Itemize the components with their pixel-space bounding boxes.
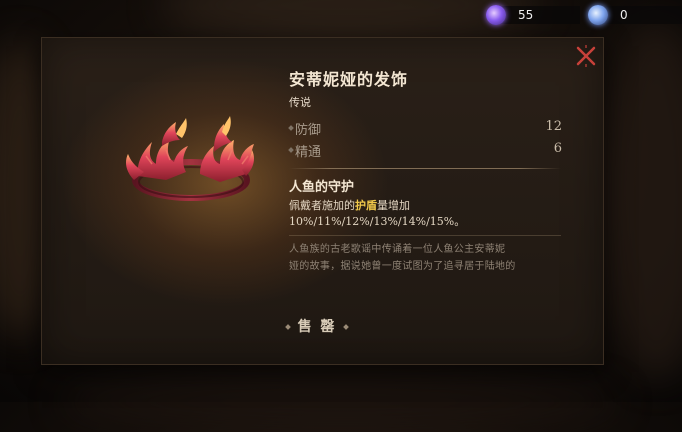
skill-desc-text: 量增加	[377, 199, 410, 212]
stat-row-defense: 防御 12	[288, 119, 563, 138]
sell-button[interactable]: 售 罄	[282, 316, 352, 340]
currency-orb-value: 0	[602, 6, 682, 24]
blue-orb-icon	[588, 5, 608, 25]
item-lore: 人鱼族的古老歌谣中传诵着一位人鱼公主安蒂妮 娅的故事，据说她曾一度试图为了追寻居…	[289, 241, 563, 275]
close-icon[interactable]	[574, 44, 598, 68]
ornament-icon	[343, 324, 349, 330]
item-rarity: 传说	[289, 96, 311, 109]
bullet-icon	[288, 147, 294, 153]
ornament-icon	[285, 324, 291, 330]
lore-line: 娅的故事，据说她曾一度试图为了追寻居于陆地的	[289, 261, 516, 272]
stat-row-mastery: 精通 6	[288, 141, 563, 160]
item-name: 安蒂妮娅的发饰	[289, 70, 409, 89]
coral-hair-ornament-image	[126, 116, 254, 201]
currency-crystal-value: 55	[500, 6, 580, 24]
stat-value: 6	[553, 141, 562, 156]
skill-desc-text: 佩戴者施加的	[289, 199, 355, 212]
sell-button-label: 售 罄	[297, 319, 337, 335]
skill-desc-values: 10%/11%/12%/13%/14%/15%。	[289, 215, 466, 228]
currency-crystal[interactable]: 55	[486, 4, 580, 26]
lore-line: 人鱼族的古老歌谣中传诵着一位人鱼公主安蒂妮	[289, 244, 506, 255]
purple-crystal-icon	[486, 5, 506, 25]
currency-bar: 55 0	[478, 4, 682, 26]
bullet-icon	[288, 125, 294, 131]
skill-name: 人鱼的守护	[289, 180, 355, 195]
skill-desc-highlight: 护盾	[355, 199, 377, 212]
background-scenery	[60, 372, 620, 432]
divider	[289, 168, 561, 169]
divider	[289, 235, 561, 236]
skill-description: 佩戴者施加的护盾量增加 10%/11%/12%/13%/14%/15%。	[289, 198, 563, 230]
currency-orb[interactable]: 0	[588, 4, 682, 26]
stat-name: 防御	[295, 123, 322, 138]
stat-value: 12	[545, 119, 562, 134]
stat-name: 精通	[295, 145, 322, 160]
background-scenery	[602, 20, 682, 380]
